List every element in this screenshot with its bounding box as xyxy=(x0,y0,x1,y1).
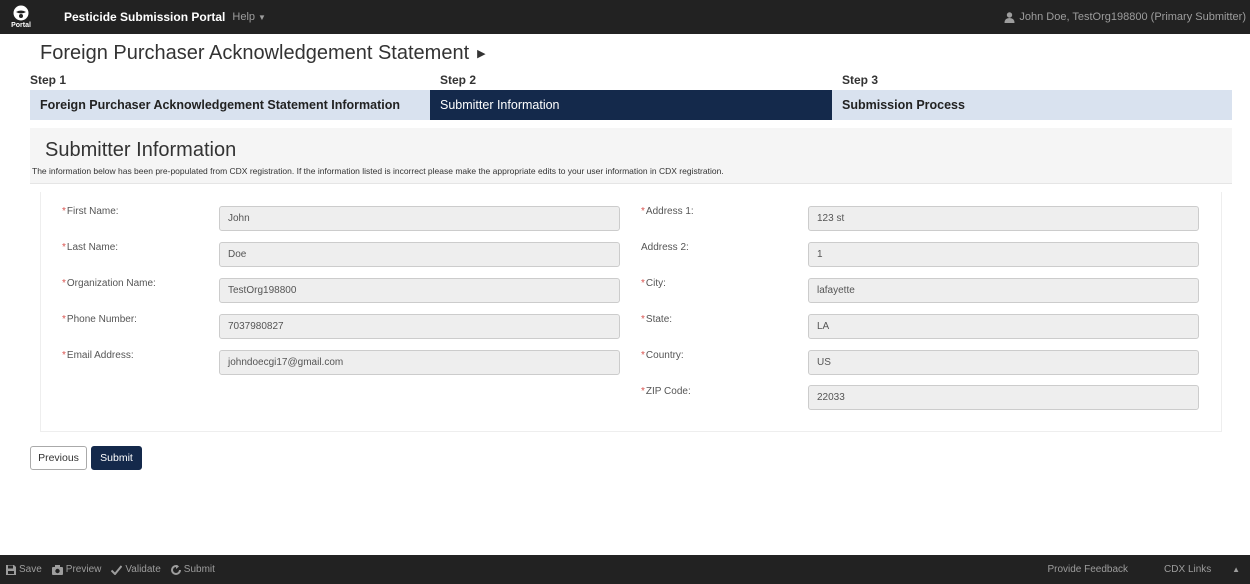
checkmark-icon xyxy=(111,564,123,575)
phone-number-label-text: Phone Number: xyxy=(66,314,137,325)
step-1-label: Step 1 xyxy=(30,73,67,87)
toolbar-right: Provide Feedback CDX Links ▲ xyxy=(1029,555,1240,584)
toolbar-save-button[interactable]: Save xyxy=(6,564,42,575)
required-marker: * xyxy=(641,278,645,289)
city-field[interactable]: lafayette xyxy=(808,278,1199,303)
top-navbar: Portal Pesticide Submission Portal Help ▼… xyxy=(0,0,1250,34)
zip-code-label: *ZIP Code: xyxy=(641,386,691,397)
city-label-text: City: xyxy=(645,278,666,289)
previous-button[interactable]: Previous xyxy=(30,446,87,470)
required-marker: * xyxy=(62,350,66,361)
portal-logo-icon xyxy=(13,5,29,21)
step-progress-bar: Foreign Purchaser Acknowledgement Statem… xyxy=(30,90,1232,120)
required-marker: * xyxy=(62,242,66,253)
email-address-label: *Email Address: xyxy=(62,350,134,361)
country-field[interactable]: US xyxy=(808,350,1199,375)
cdx-links-menu[interactable]: CDX Links ▲ xyxy=(1146,564,1240,575)
email-address-label-text: Email Address: xyxy=(66,350,134,361)
panel-heading: Submitter Information xyxy=(45,139,237,161)
portal-brand-link[interactable]: Pesticide Submission Portal xyxy=(64,10,225,24)
first-name-label-text: First Name: xyxy=(66,206,119,217)
required-marker: * xyxy=(641,314,645,325)
bottom-toolbar: Save Preview Validate Submit Provide Fee… xyxy=(0,555,1250,584)
caret-right-icon: ▶ xyxy=(477,48,486,61)
required-marker: * xyxy=(62,314,66,325)
toolbar-preview-label: Preview xyxy=(65,564,102,575)
last-name-field[interactable]: Doe xyxy=(219,242,620,267)
share-icon xyxy=(170,564,181,575)
first-name-label: *First Name: xyxy=(62,206,119,217)
address-2-field[interactable]: 1 xyxy=(808,242,1199,267)
toolbar-validate-button[interactable]: Validate xyxy=(111,564,161,575)
step-1-name: Foreign Purchaser Acknowledgement Statem… xyxy=(40,98,401,112)
provide-feedback-link[interactable]: Provide Feedback xyxy=(1047,564,1128,575)
help-menu[interactable]: Help ▼ xyxy=(232,11,266,23)
camera-icon xyxy=(51,564,63,575)
required-marker: * xyxy=(641,386,645,397)
required-marker: * xyxy=(641,206,645,217)
city-label: *City: xyxy=(641,278,666,289)
portal-logo[interactable]: Portal xyxy=(6,0,36,34)
step-2-name: Submitter Information xyxy=(440,98,560,112)
save-icon xyxy=(6,564,16,575)
step-3-tab[interactable]: Submission Process xyxy=(832,90,1232,120)
chevron-up-icon: ▲ xyxy=(1232,565,1240,574)
user-icon xyxy=(1004,11,1015,23)
phone-number-label: *Phone Number: xyxy=(62,314,137,325)
required-marker: * xyxy=(62,206,66,217)
panel-header: Submitter Information The information be… xyxy=(30,128,1232,184)
organization-name-label-text: Organization Name: xyxy=(66,278,156,289)
state-field[interactable]: LA xyxy=(808,314,1199,339)
page-title-text: Foreign Purchaser Acknowledgement Statem… xyxy=(40,42,470,64)
organization-name-field[interactable]: TestOrg198800 xyxy=(219,278,620,303)
last-name-label-text: Last Name: xyxy=(66,242,119,253)
step-1-tab[interactable]: Foreign Purchaser Acknowledgement Statem… xyxy=(30,90,430,120)
organization-name-label: *Organization Name: xyxy=(62,278,156,289)
address-1-label: *Address 1: xyxy=(641,206,694,217)
toolbar-preview-button[interactable]: Preview xyxy=(51,564,102,575)
step-2-label: Step 2 xyxy=(440,73,477,87)
step-3-label: Step 3 xyxy=(842,73,879,87)
panel-note: The information below has been pre-popul… xyxy=(32,166,724,176)
help-label: Help xyxy=(232,11,256,23)
step-3-name: Submission Process xyxy=(842,98,965,112)
toolbar-save-label: Save xyxy=(19,564,42,575)
toolbar-submit-button[interactable]: Submit xyxy=(170,564,215,575)
step-wizard: Step 1 Step 2 Step 3 Foreign Purchaser A… xyxy=(30,70,1232,120)
address-1-field[interactable]: 123 st xyxy=(808,206,1199,231)
address-1-label-text: Address 1: xyxy=(645,206,694,217)
required-marker: * xyxy=(641,350,645,361)
phone-number-field[interactable]: 7037980827 xyxy=(219,314,620,339)
state-label: *State: xyxy=(641,314,672,325)
user-name: John Doe, TestOrg198800 (Primary Submitt… xyxy=(1019,11,1246,23)
chevron-down-icon: ▼ xyxy=(258,13,266,22)
page-title[interactable]: Foreign Purchaser Acknowledgement Statem… xyxy=(40,42,486,65)
country-label: *Country: xyxy=(641,350,684,361)
email-address-field[interactable]: johndoecgi17@gmail.com xyxy=(219,350,620,375)
step-2-tab[interactable]: Submitter Information xyxy=(430,90,832,120)
user-menu[interactable]: John Doe, TestOrg198800 (Primary Submitt… xyxy=(1004,0,1246,34)
first-name-field[interactable]: John xyxy=(219,206,620,231)
required-marker: * xyxy=(62,278,66,289)
last-name-label: *Last Name: xyxy=(62,242,118,253)
toolbar-validate-label: Validate xyxy=(125,564,161,575)
address-2-label: Address 2: xyxy=(641,242,689,253)
logo-text: Portal xyxy=(11,22,31,29)
state-label-text: State: xyxy=(645,314,673,325)
country-label-text: Country: xyxy=(645,350,684,361)
toolbar-submit-label: Submit xyxy=(183,564,215,575)
cdx-links-label: CDX Links xyxy=(1164,564,1212,575)
zip-code-label-text: ZIP Code: xyxy=(645,386,691,397)
zip-code-field[interactable]: 22033 xyxy=(808,385,1199,410)
submit-button[interactable]: Submit xyxy=(91,446,142,470)
